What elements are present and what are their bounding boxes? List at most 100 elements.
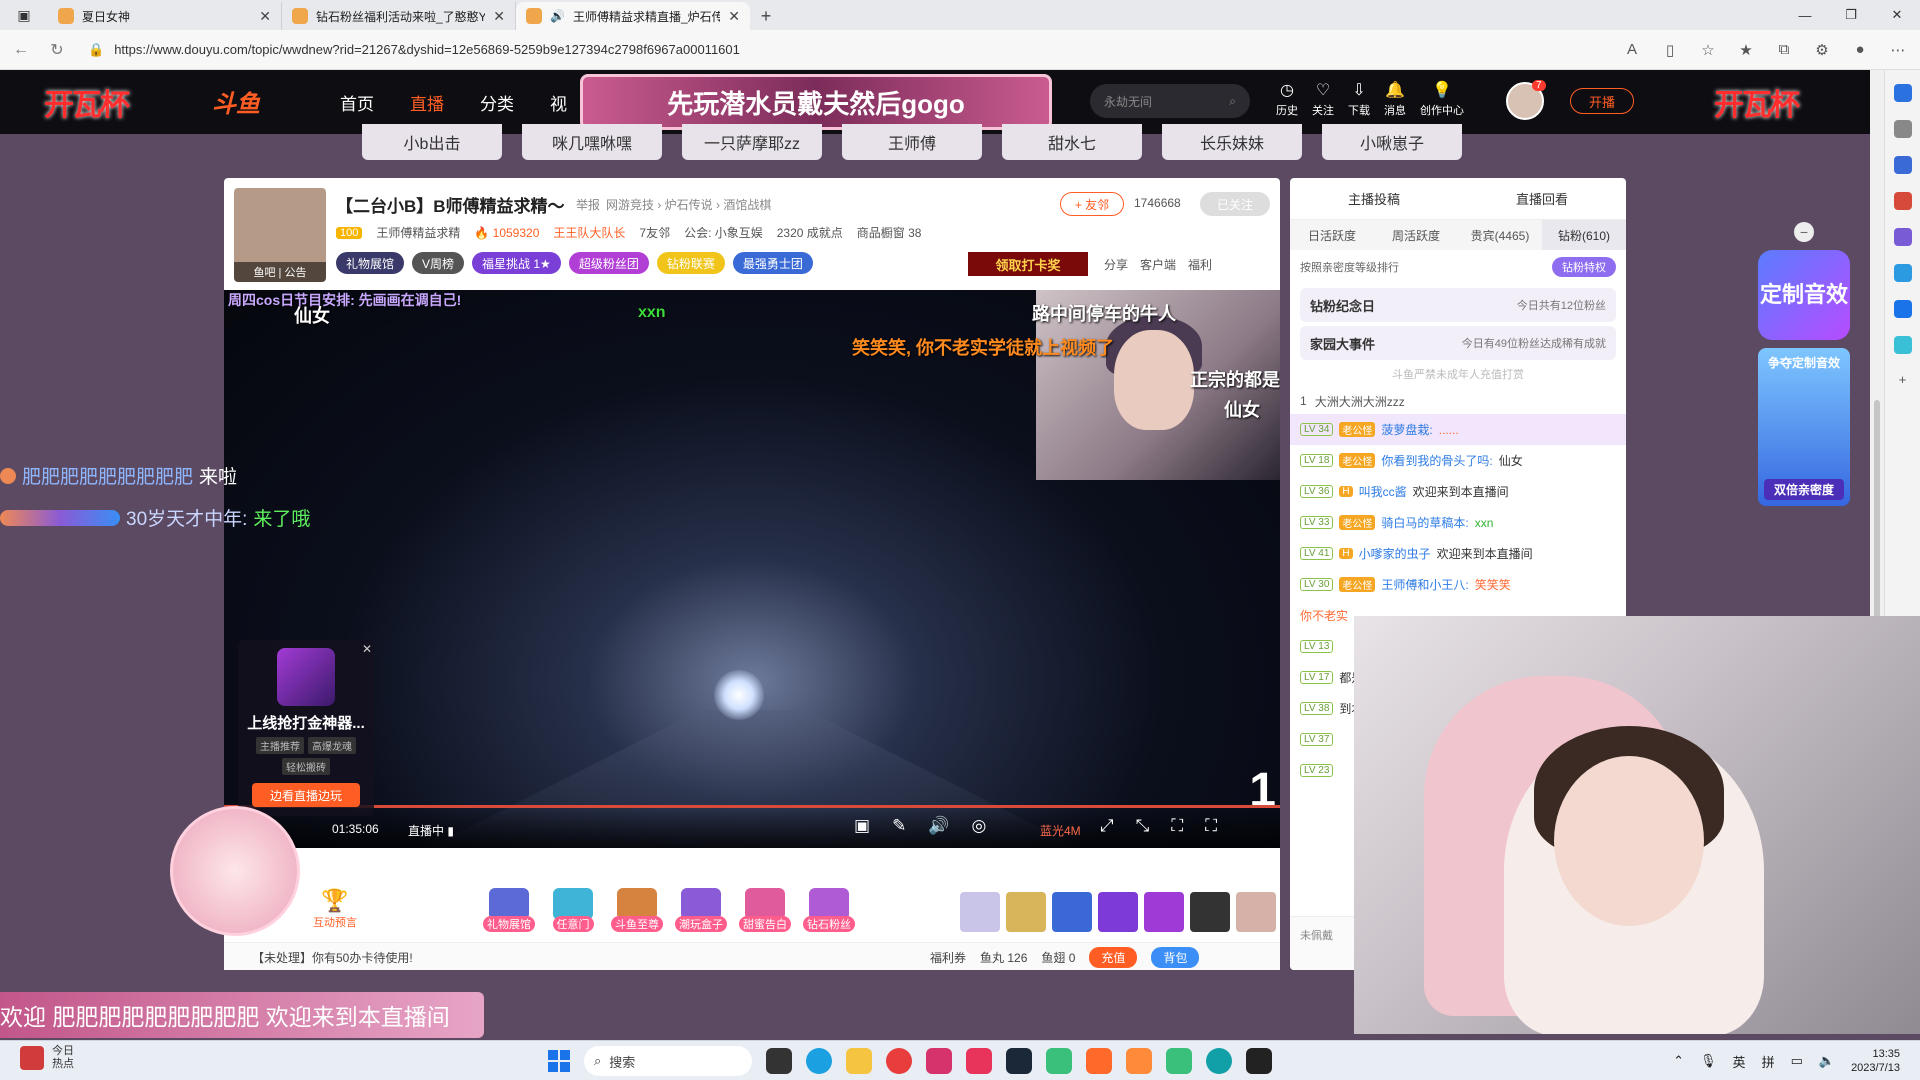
anchor-avatar[interactable]: 鱼吧 | 公告	[234, 188, 326, 282]
gift-item[interactable]: 礼物展馆	[482, 888, 536, 932]
search-icon[interactable]: ⌕	[1229, 94, 1236, 109]
creator-center-button[interactable]: 💡 创作中心	[1420, 80, 1464, 118]
mascot-avatar[interactable]	[170, 806, 300, 936]
report-link[interactable]: 举报	[576, 196, 600, 213]
sidebar-games-icon[interactable]	[1893, 228, 1912, 246]
chat-message[interactable]: LV 30 老公怪 王师傅和小王八: 笑笑笑	[1300, 569, 1616, 600]
favorites-icon[interactable]: ★	[1734, 41, 1758, 59]
gift-thumb[interactable]	[1006, 892, 1046, 932]
edit-danmu-icon[interactable]: ✎	[892, 816, 906, 836]
volume-icon[interactable]: 🔊	[928, 816, 949, 836]
refresh-icon[interactable]: ↻	[46, 40, 68, 60]
tab-weekly-activity[interactable]: 周活跃度	[1374, 220, 1458, 250]
rec-anchor[interactable]: 王师傅	[842, 124, 982, 160]
sidebar-copilot-icon[interactable]	[1893, 84, 1912, 102]
ime-language[interactable]: 英	[1733, 1052, 1746, 1071]
steam-icon[interactable]	[1006, 1048, 1032, 1074]
privilege-button[interactable]: 钻粉特权	[1552, 257, 1616, 277]
sound-effect-widget[interactable]: 定制音效 争夺定制音效 双倍亲密度	[1758, 250, 1850, 510]
tag-gift-hall[interactable]: 礼物展馆	[336, 252, 405, 274]
gift-item[interactable]: 钻石粉丝	[802, 888, 856, 932]
search-input[interactable]: 永劫无间 ⌕	[1090, 84, 1250, 118]
volume-tray-icon[interactable]: 🔈	[1819, 1053, 1835, 1069]
ime-mode[interactable]: 拼	[1762, 1052, 1775, 1071]
nav-live[interactable]: 直播	[410, 90, 444, 115]
welfare-button[interactable]: 福利	[1188, 256, 1212, 273]
gift-thumb[interactable]	[960, 892, 1000, 932]
video-player[interactable]: 周四cos日节目安排: 先画画在调自己! 仙女 xxn 笑笑笑, 你不老实学徒就…	[224, 290, 1280, 848]
speaker-icon[interactable]: 🔊	[550, 9, 565, 23]
app-orange-icon[interactable]	[1126, 1048, 1152, 1074]
game-ad-popup[interactable]: ✕ 上线抢打金神器... 主播推荐 高爆龙魂 轻松搬砖 边看直播边玩	[238, 640, 374, 816]
gift-thumb[interactable]	[1144, 892, 1184, 932]
chat-username[interactable]: 叫我cc酱	[1359, 483, 1407, 500]
chat-username[interactable]: 菠萝盘栽:	[1381, 421, 1432, 438]
charge-button[interactable]: 充值	[1089, 947, 1138, 968]
start-live-button[interactable]: 开播	[1570, 88, 1634, 114]
checkin-banner[interactable]: 领取打卡奖	[968, 252, 1088, 276]
netease-music-icon[interactable]	[926, 1048, 952, 1074]
tag-v-weekly[interactable]: V周榜	[412, 252, 465, 274]
close-window-icon[interactable]: ✕	[1874, 0, 1920, 30]
network-icon[interactable]: ▭	[1791, 1053, 1803, 1069]
douyu-logo[interactable]: 斗鱼	[212, 84, 260, 119]
gift-item[interactable]: 潮玩盒子	[674, 888, 728, 932]
event-logo-left[interactable]: 开瓦杯	[40, 76, 132, 128]
event-card-home[interactable]: 家园大事件 今日有49位粉丝达成稀有成就	[1300, 326, 1616, 360]
edge-icon[interactable]	[806, 1048, 832, 1074]
prediction-button[interactable]: 🏆 互动预言	[310, 888, 360, 936]
nav-video[interactable]: 视	[550, 90, 567, 115]
system-clock[interactable]: 13:35 2023/7/13	[1851, 1047, 1900, 1075]
extensions-icon[interactable]: ⚙	[1810, 41, 1834, 59]
tab-actions-icon[interactable]: ▣	[0, 0, 48, 30]
nav-home[interactable]: 首页	[340, 90, 374, 115]
sidebar-outlook-icon[interactable]	[1893, 300, 1912, 318]
rec-anchor[interactable]: 咪几嘿咻嘿	[522, 124, 662, 160]
close-tab-icon[interactable]: ✕	[728, 8, 740, 25]
news-widget[interactable]: 今日 热点	[20, 1045, 74, 1071]
bag-button[interactable]: 背包	[1151, 947, 1200, 968]
unprocessed-notice[interactable]: 【未处理】你有50办卡待使用!	[252, 949, 413, 966]
gift-thumb[interactable]	[1098, 892, 1138, 932]
history-button[interactable]: ◷ 历史	[1276, 80, 1298, 118]
gift-item[interactable]: 斗鱼至尊	[610, 888, 664, 932]
collections-icon[interactable]: ⧉	[1772, 41, 1796, 58]
rec-anchor[interactable]: 一只萨摩耶zz	[682, 124, 822, 160]
welfare-coupon[interactable]: 福利券	[930, 949, 966, 966]
sidebar-search-icon[interactable]	[1893, 120, 1912, 138]
nav-category[interactable]: 分类	[480, 90, 514, 115]
chat-message[interactable]: LV 41 H 小嗲家的虫子 欢迎来到本直播间	[1300, 538, 1616, 569]
browser-tab-3[interactable]: 🔊 王师傅精益求精直播_炉石传 ✕	[516, 2, 750, 30]
restore-icon[interactable]: ❐	[1828, 0, 1874, 30]
chat-message[interactable]: LV 36 H 叫我cc酱 欢迎来到本直播间	[1300, 476, 1616, 507]
minimize-icon[interactable]: —	[1782, 0, 1828, 30]
followed-button[interactable]: 已关注	[1200, 192, 1270, 216]
gift-thumb[interactable]	[1052, 892, 1092, 932]
close-tab-icon[interactable]: ✕	[493, 8, 505, 25]
tag-warrior-team[interactable]: 最强勇士团	[732, 252, 813, 274]
rec-anchor[interactable]: 小b出击	[362, 124, 502, 160]
tag-super-fans[interactable]: 超级粉丝团	[568, 252, 649, 274]
rec-anchor[interactable]: 长乐妹妹	[1162, 124, 1302, 160]
event-card-anniversary[interactable]: 钻粉纪念日 今日共有12位粉丝	[1300, 288, 1616, 322]
achievement-points[interactable]: 2320 成就点	[777, 224, 843, 241]
replay-link[interactable]: 直播回看	[1516, 189, 1568, 208]
app-dark-icon[interactable]	[1246, 1048, 1272, 1074]
picture-in-picture-icon[interactable]: ▣	[854, 816, 870, 836]
web-fullscreen-icon[interactable]: ⤢	[1100, 816, 1114, 836]
sidebar-tag-icon[interactable]	[1893, 156, 1912, 174]
shop-window[interactable]: 商品橱窗 38	[857, 224, 922, 241]
chat-message[interactable]: LV 34 老公怪 菠萝盘栽:......	[1290, 414, 1626, 445]
avatar-labels[interactable]: 鱼吧 | 公告	[234, 262, 326, 282]
douyu-app-icon[interactable]	[1086, 1048, 1112, 1074]
new-tab-icon[interactable]: +	[750, 2, 782, 30]
profile-icon[interactable]: ●	[1848, 41, 1872, 58]
chat-message[interactable]: LV 33 老公怪 骑白马的草稿本: xxn	[1300, 507, 1616, 538]
favorite-star-icon[interactable]: ☆	[1696, 41, 1720, 59]
guild[interactable]: 公会: 小象互娱	[684, 224, 763, 241]
widget-card[interactable]: 争夺定制音效 双倍亲密度	[1758, 348, 1850, 506]
split-screen-icon[interactable]: ▯	[1658, 41, 1682, 59]
event-logo-right[interactable]: 开瓦杯	[1710, 76, 1802, 128]
friend-button[interactable]: + 友邻	[1060, 192, 1124, 216]
tab-daily-activity[interactable]: 日活跃度	[1290, 220, 1374, 250]
